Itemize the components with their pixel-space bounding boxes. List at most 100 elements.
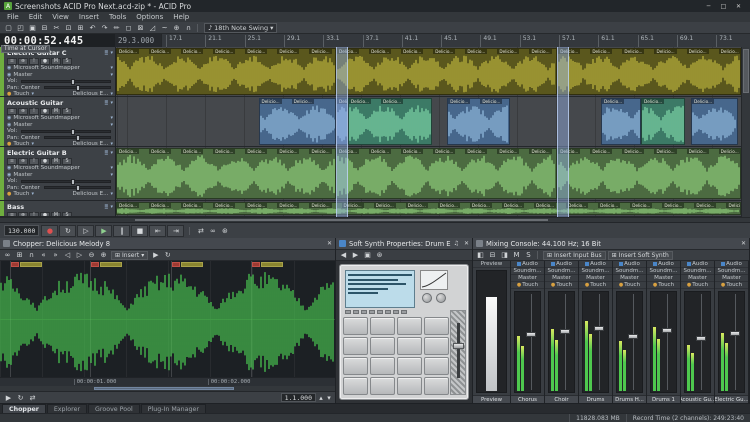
marker-flag-olive[interactable] [100, 262, 123, 267]
slider-handle[interactable] [70, 128, 75, 135]
menu-view[interactable]: View [47, 12, 74, 22]
redo-icon[interactable]: ↷ [99, 23, 110, 33]
drum-pad-4[interactable] [424, 317, 449, 335]
solo-icon[interactable]: S [62, 157, 72, 165]
cut-icon[interactable]: ✂ [51, 23, 62, 33]
drum-pad-13[interactable] [343, 377, 368, 395]
track-header[interactable]: Electric Guitar C≣▾≡⊛!●MS◉Microsoft Soun… [0, 47, 115, 97]
phase-icon[interactable]: ! [29, 107, 39, 115]
mixer-strip[interactable]: Audio Soundm... Master ● Touch Drums [579, 261, 613, 403]
shift-left-icon[interactable]: ◁ [62, 250, 73, 260]
drum-mini-button[interactable] [369, 310, 375, 314]
track-fx-icon[interactable]: ⊛ [18, 57, 28, 65]
marker-flag-olive[interactable] [180, 262, 203, 267]
selection-tool-icon[interactable]: ◻ [123, 23, 134, 33]
audio-clip[interactable]: Delicio... Delicio... Delicio... Delicio...… [336, 148, 558, 199]
double-selection-icon[interactable]: » [50, 250, 61, 260]
track-lane[interactable]: Delicio...Delicio...Delicio...Delicio...… [116, 201, 741, 217]
zoom-tool-icon[interactable]: ⊕ [171, 23, 182, 33]
track-lane[interactable]: Delicio...Delicio...Delicio...Delicio...… [116, 47, 741, 97]
loop-icon[interactable]: ↻ [162, 250, 173, 260]
scrollbar-thumb[interactable] [93, 387, 235, 390]
marker-flag-red[interactable] [252, 262, 261, 267]
drum-mini-button[interactable] [353, 310, 359, 314]
menu-file[interactable]: File [2, 12, 24, 22]
drum-pad-16[interactable] [424, 377, 449, 395]
audio-clip[interactable]: Delicio... Delicio... Delicio... Delicio...… [557, 48, 741, 95]
chopper-insert-button[interactable]: ⊞ Insert ▾ [111, 250, 149, 260]
close-icon[interactable]: ✕ [464, 240, 469, 247]
drum-mini-button[interactable] [385, 310, 391, 314]
drum-pad-2[interactable] [370, 317, 395, 335]
drum-pad-6[interactable] [370, 337, 395, 355]
marker-flag-red[interactable] [91, 262, 100, 267]
scrollbar-thumb[interactable] [743, 49, 749, 93]
track-fx-icon[interactable]: ⊛ [18, 107, 28, 115]
slider-handle[interactable] [70, 78, 75, 85]
drum-knob-1[interactable] [422, 293, 432, 303]
ripple-edit-icon[interactable]: ⇄ [195, 226, 206, 236]
open-icon[interactable]: ◰ [15, 23, 26, 33]
track-header[interactable]: Electric Guitar B ≣ ▾ ≡ ⊛! ● M S ◉ Microsoft Soun… [0, 147, 115, 201]
track-header[interactable]: Acoustic Guitar ≣ ▾ ≡ ⊛! ● M S ◉ Microsoft Soundm… [0, 97, 115, 147]
scrollbar-thumb[interactable] [135, 219, 548, 221]
new-icon[interactable]: ▢ [3, 23, 14, 33]
drum-pad-10[interactable] [370, 357, 395, 375]
fader-handle[interactable] [695, 335, 706, 341]
drum-slider-handle[interactable] [453, 343, 464, 349]
beat-position-display[interactable]: 29.3.000 [115, 34, 161, 47]
play-button[interactable]: ▶ [95, 224, 113, 237]
maximize-button[interactable]: □ [716, 1, 731, 11]
fader-handle[interactable] [661, 328, 672, 334]
track-name-row[interactable]: Acoustic Guitar ≣ ▾ [7, 98, 113, 107]
timeline[interactable]: Delicio... Delicio... Delicio... Delicio...… [115, 47, 750, 217]
audio-clip[interactable]: Delicio... [601, 98, 641, 145]
play-from-start-button[interactable]: ▷ [77, 224, 95, 237]
track-lane[interactable]: Delicio...Delicio...Delicio...Delicio...… [116, 97, 741, 147]
arm-record-icon[interactable]: ● [40, 157, 50, 165]
drum-pad-3[interactable] [397, 317, 422, 335]
strip-type-row[interactable]: Audio [613, 261, 646, 268]
mixer-strip[interactable]: Audio Soundm... Master ● Touch Electric Gu... [715, 261, 749, 403]
chopper-waveform[interactable] [0, 261, 335, 377]
strip-automation-row[interactable]: ● Touch [545, 282, 578, 289]
arm-record-icon[interactable]: ● [40, 57, 50, 65]
menu-insert[interactable]: Insert [74, 12, 104, 22]
link-icon[interactable]: ∞ [2, 250, 13, 260]
mixer-strip[interactable]: AudioSoundm...Master●Touch Acoustic Gu... [681, 261, 715, 403]
insert-input-bus-button[interactable]: ⊞ Insert Input Bus [543, 250, 606, 260]
preset-next-icon[interactable]: ▶ [350, 250, 361, 260]
tab-chopper[interactable]: Chopper [2, 404, 46, 413]
audio-clip[interactable]: Delicio... Delicio... [347, 98, 432, 145]
marker-flag-red[interactable] [11, 262, 20, 267]
spinner-down-icon[interactable]: ▾ [326, 393, 332, 403]
drum-pad-14[interactable] [370, 377, 395, 395]
close-button[interactable]: ✕ [731, 1, 746, 11]
strip-automation-row[interactable]: ● Touch [613, 282, 646, 289]
lock-envelopes-icon[interactable]: ⊛ [219, 226, 230, 236]
preset-prev-icon[interactable]: ◀ [338, 250, 349, 260]
tempo-display[interactable]: 130.000 [4, 225, 40, 236]
strip-automation-row[interactable]: ● Touch [579, 282, 612, 289]
track-lane[interactable]: Delicio...Delicio...Delicio...Delicio...… [116, 147, 741, 201]
drum-pad-15[interactable] [397, 377, 422, 395]
drum-pad-11[interactable] [397, 357, 422, 375]
swing-selector[interactable]: ♪ 18th Note Swing ▾ [204, 22, 278, 33]
fader-well[interactable] [582, 291, 609, 393]
title-bar[interactable]: A Screenshots ACID Pro Next.acd-zip * - … [0, 0, 750, 12]
pause-button[interactable]: ‖ [113, 224, 131, 237]
chopper-length-value[interactable]: 1.1.000 [280, 393, 316, 402]
downmix-icon[interactable]: ◨ [499, 250, 510, 260]
go-to-start-button[interactable]: ⇤ [149, 224, 167, 237]
mixer-strip[interactable]: Audio Soundm... Master ● Touch Drums H... [613, 261, 647, 403]
drum-pad-7[interactable] [397, 337, 422, 355]
drum-mini-button[interactable] [401, 310, 407, 314]
audio-clip[interactable]: Delicio... [691, 98, 738, 145]
paste-icon[interactable]: ⊞ [75, 23, 86, 33]
drum-pad-1[interactable] [343, 317, 368, 335]
tab-explorer[interactable]: Explorer [46, 404, 88, 413]
chopper-titlebar[interactable]: Chopper: Delicious Melody 8 ✕ [0, 238, 335, 250]
insert-soft-synth-button[interactable]: ⊞ Insert Soft Synth [607, 250, 673, 260]
arm-record-icon[interactable]: ● [40, 107, 50, 115]
undo-icon[interactable]: ↶ [87, 23, 98, 33]
